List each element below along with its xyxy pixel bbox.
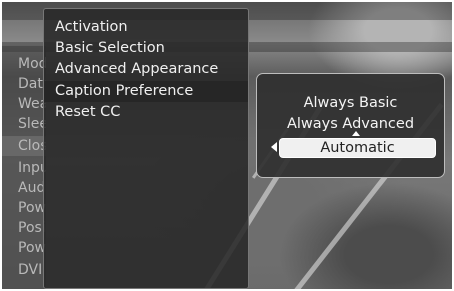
closed-caption-menu: Activation Basic Selection Advanced Appe… xyxy=(43,8,249,289)
background-menu-item: Mode xyxy=(18,56,46,72)
scroll-up-arrow-icon[interactable] xyxy=(352,131,360,136)
background-menu-item: DVI xyxy=(18,262,43,278)
background-menu-item: Sleep xyxy=(18,116,46,132)
background-menu-item: Position xyxy=(18,220,46,236)
option-always-advanced[interactable]: Always Advanced xyxy=(257,114,444,134)
tv-screen: Mode Date Weather Sleep Closed Caption I… xyxy=(2,2,452,289)
background-menu-item-closed-caption: Closed Caption xyxy=(2,136,46,156)
option-always-basic[interactable]: Always Basic xyxy=(257,93,444,113)
caption-preference-popup: Always Basic Always Advanced Automatic xyxy=(256,73,445,178)
background-menu: Mode Date Weather Sleep Closed Caption I… xyxy=(2,46,46,289)
menu-item-basic-selection[interactable]: Basic Selection xyxy=(44,38,248,59)
menu-item-advanced-appearance[interactable]: Advanced Appearance xyxy=(44,59,248,80)
background-menu-item: Power xyxy=(18,200,46,216)
background-menu-item: Date xyxy=(18,76,46,92)
left-arrow-icon[interactable] xyxy=(271,142,277,152)
background-menu-item: Weather xyxy=(18,96,46,112)
option-automatic-selected[interactable]: Automatic xyxy=(279,138,436,158)
menu-item-caption-preference[interactable]: Caption Preference xyxy=(44,81,248,102)
background-menu-item: Audio xyxy=(18,180,46,196)
menu-item-reset-cc[interactable]: Reset CC xyxy=(44,102,248,123)
background-menu-item: Input xyxy=(18,160,46,176)
menu-item-activation[interactable]: Activation xyxy=(44,17,248,38)
background-menu-item: Power xyxy=(18,240,46,256)
